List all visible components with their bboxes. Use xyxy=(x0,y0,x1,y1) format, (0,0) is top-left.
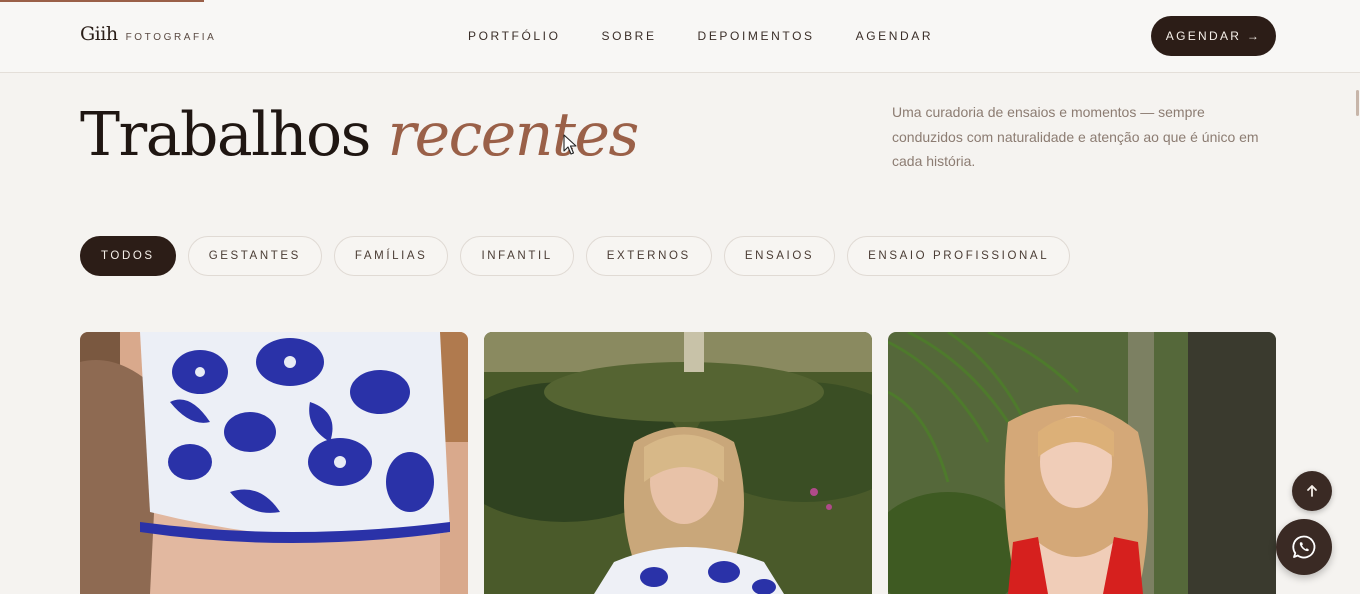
main-nav: PORTFÓLIO SOBRE DEPOIMENTOS AGENDAR xyxy=(468,29,933,43)
nav-link-depoimentos[interactable]: DEPOIMENTOS xyxy=(698,29,815,43)
photo-floral-top xyxy=(80,332,468,594)
section-title-accent: recentes xyxy=(387,100,639,170)
whatsapp-icon xyxy=(1292,535,1316,559)
whatsapp-button[interactable] xyxy=(1276,519,1332,575)
nav-link-portfolio[interactable]: PORTFÓLIO xyxy=(468,29,561,43)
photo-girl-red-dress xyxy=(888,332,1276,594)
brand-subtitle: FOTOGRAFIA xyxy=(125,32,217,43)
filter-todos[interactable]: TODOS xyxy=(80,236,176,276)
section-title-plain: Trabalhos xyxy=(80,100,371,170)
mouse-cursor-icon xyxy=(563,134,577,155)
filter-infantil[interactable]: INFANTIL xyxy=(460,236,574,276)
portfolio-gallery xyxy=(80,332,1276,594)
category-filters: TODOS GESTANTES FAMÍLIAS INFANTIL EXTERN… xyxy=(80,236,1071,276)
section-description: Uma curadoria de ensaios e momentos — se… xyxy=(892,104,1259,169)
photo-girl-garden xyxy=(484,332,872,594)
nav-link-sobre[interactable]: SOBRE xyxy=(602,29,657,43)
filter-ensaios[interactable]: ENSAIOS xyxy=(723,236,836,276)
scrollbar-thumb[interactable] xyxy=(1356,90,1359,116)
arrow-up-icon xyxy=(1307,485,1317,497)
gallery-card[interactable] xyxy=(80,332,468,594)
nav-link-agendar[interactable]: AGENDAR xyxy=(856,29,934,43)
site-header: Giih FOTOGRAFIA PORTFÓLIO SOBRE DEPOIMEN… xyxy=(0,0,1360,73)
brand-logo[interactable]: Giih FOTOGRAFIA xyxy=(80,23,216,45)
scroll-progress-bar xyxy=(0,0,204,2)
gallery-card[interactable] xyxy=(484,332,872,594)
section-title: Trabalhos recentes xyxy=(80,100,639,170)
gallery-card[interactable] xyxy=(888,332,1276,594)
back-to-top-button[interactable] xyxy=(1292,471,1332,511)
agendar-button[interactable]: AGENDAR → xyxy=(1151,16,1276,56)
brand-name: Giih xyxy=(80,23,118,45)
filter-gestantes[interactable]: GESTANTES xyxy=(187,236,322,276)
filter-ensaio-profissional[interactable]: ENSAIO PROFISSIONAL xyxy=(847,236,1071,276)
filter-externos[interactable]: EXTERNOS xyxy=(585,236,712,276)
filter-familias[interactable]: FAMÍLIAS xyxy=(333,236,449,276)
